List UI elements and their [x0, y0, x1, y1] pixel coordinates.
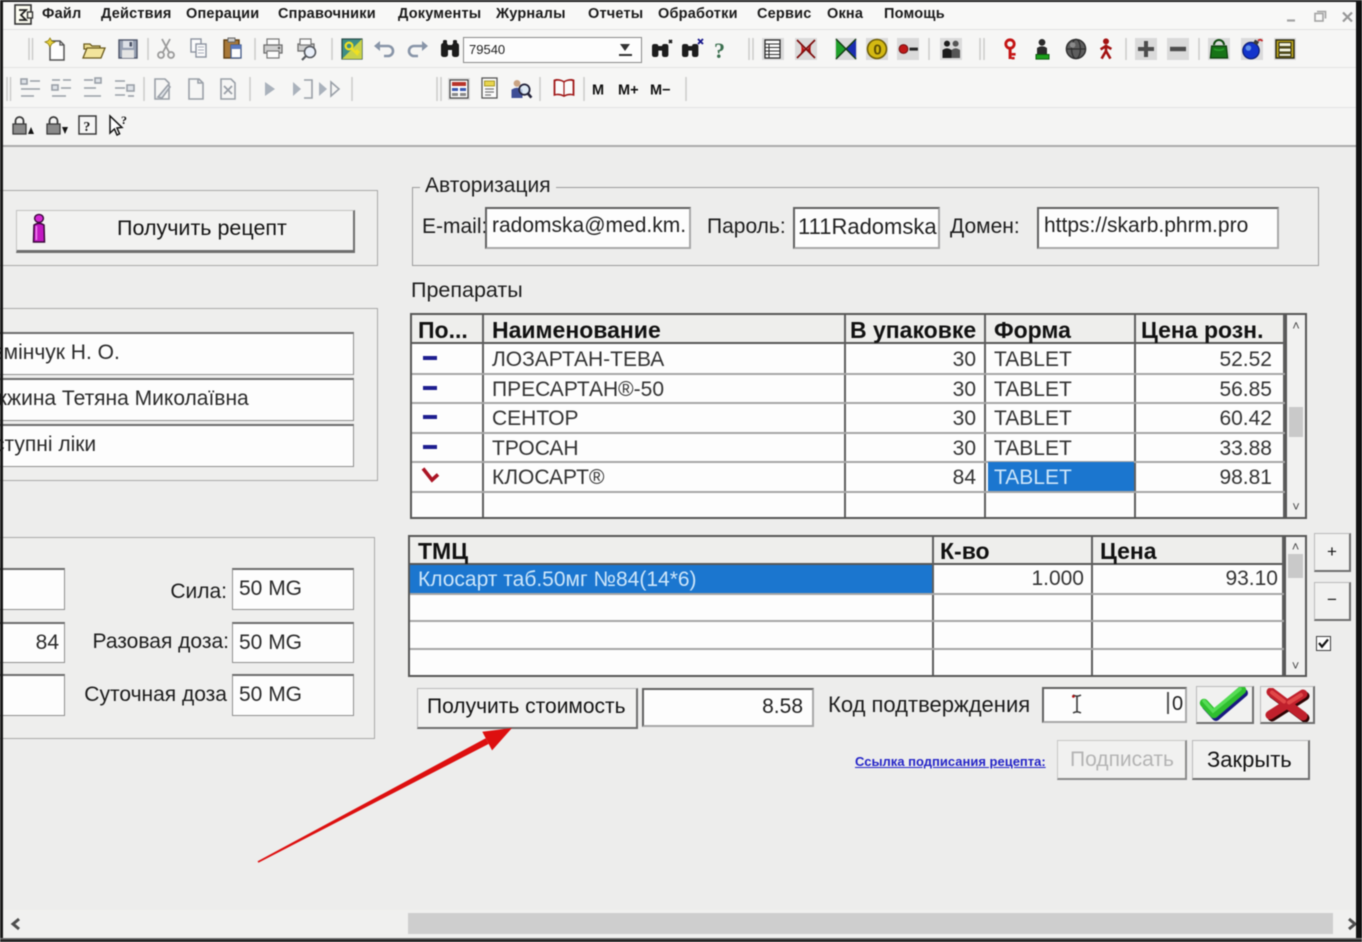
svg-text:?: ?	[714, 38, 725, 63]
svg-text:0: 0	[873, 42, 881, 59]
svg-text:M+: M+	[618, 83, 639, 99]
svg-text:M−: M−	[650, 83, 671, 99]
svg-text:?: ?	[83, 120, 90, 135]
svg-text:M: M	[592, 83, 604, 99]
svg-text:?: ?	[121, 113, 127, 127]
